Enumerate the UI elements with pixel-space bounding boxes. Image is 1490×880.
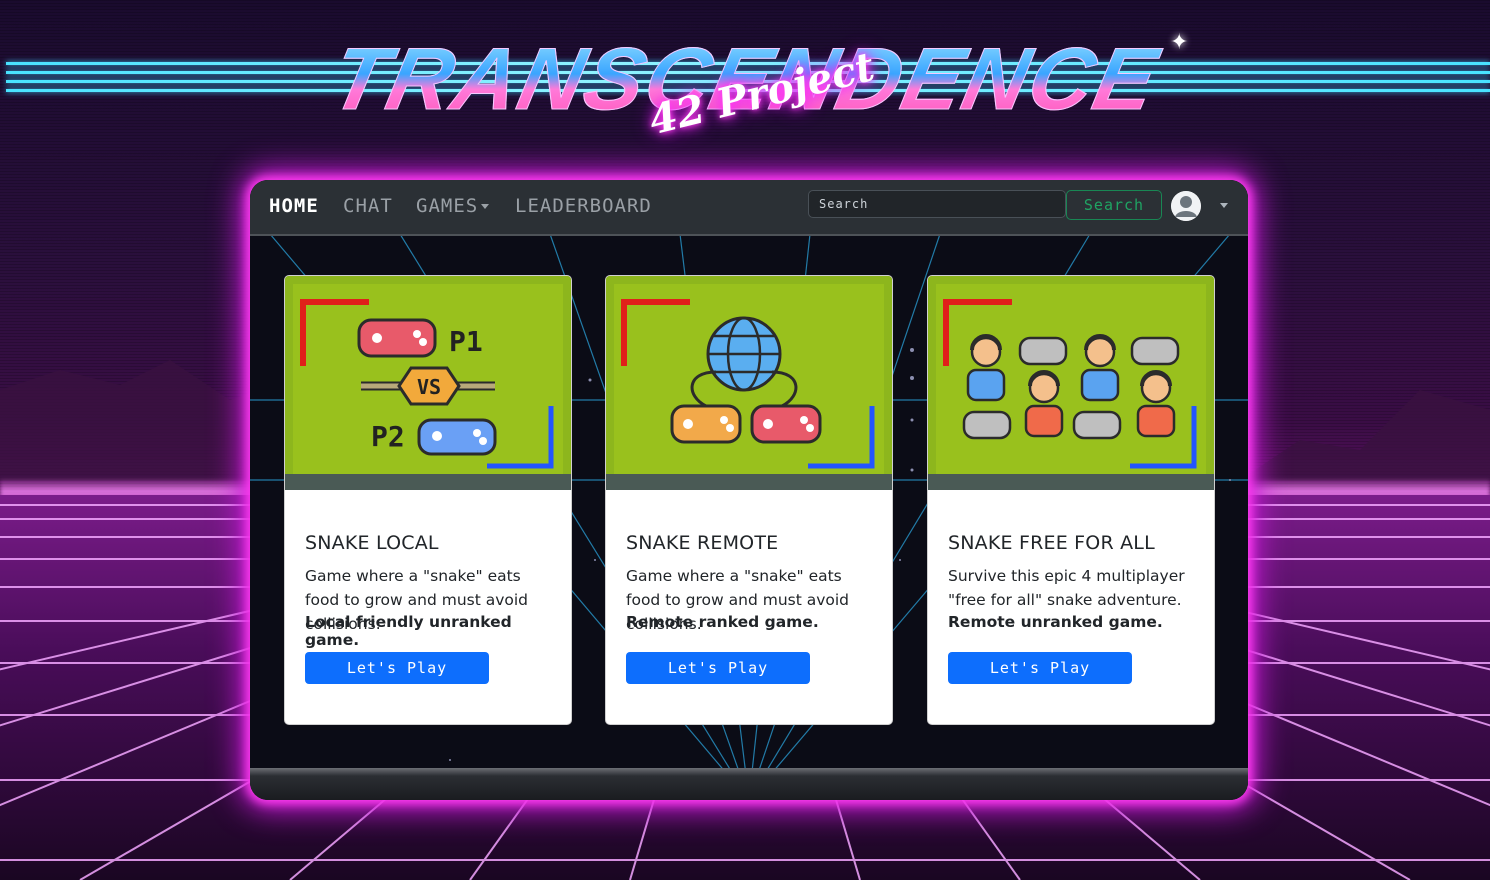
card-image-snake-remote [606, 276, 892, 490]
game-card-snake-local: P1 VS P2 SNAKE LOCAL Game where a "snake… [284, 275, 572, 725]
main-panel: HOME CHAT GAMES LEADERBOARD Search Searc… [250, 180, 1248, 800]
top-navbar: HOME CHAT GAMES LEADERBOARD Search [250, 180, 1248, 236]
card-title: SNAKE LOCAL [305, 532, 439, 554]
nav-home[interactable]: HOME [269, 195, 319, 217]
card-description: Survive this epic 4 multiplayer "free fo… [948, 567, 1185, 609]
chevron-down-icon [481, 204, 490, 209]
lets-play-button-local[interactable]: Let's Play [305, 652, 489, 684]
card-title: SNAKE FREE FOR ALL [948, 532, 1155, 554]
card-game-mode: Local friendly unranked game. [305, 613, 512, 649]
vs-label: VS [417, 375, 441, 399]
nav-games[interactable]: GAMES [416, 195, 490, 217]
card-image-snake-local: P1 VS P2 [285, 276, 571, 490]
nav-games-label: GAMES [416, 195, 479, 217]
game-card-snake-ffa: SNAKE FREE FOR ALL Survive this epic 4 m… [927, 275, 1215, 725]
card-game-mode: Remote ranked game. [626, 613, 819, 631]
card-image-snake-ffa [928, 276, 1214, 490]
game-card-snake-remote: SNAKE REMOTE Game where a "snake" eats f… [605, 275, 893, 725]
nav-leaderboard[interactable]: LEADERBOARD [515, 195, 652, 217]
sparkle-icon: ✦ [1170, 30, 1189, 55]
user-avatar-icon[interactable] [1171, 191, 1201, 221]
nav-chat[interactable]: CHAT [343, 195, 393, 217]
p2-label: P2 [371, 420, 405, 453]
card-title: SNAKE REMOTE [626, 532, 779, 554]
card-game-mode: Remote unranked game. [948, 613, 1163, 631]
lets-play-button-remote[interactable]: Let's Play [626, 652, 810, 684]
search-button[interactable]: Search [1066, 190, 1162, 220]
search-input[interactable] [808, 190, 1066, 218]
p1-label: P1 [449, 325, 483, 358]
lets-play-button-ffa[interactable]: Let's Play [948, 652, 1132, 684]
chevron-down-icon[interactable] [1220, 203, 1228, 208]
panel-footer [250, 768, 1248, 800]
